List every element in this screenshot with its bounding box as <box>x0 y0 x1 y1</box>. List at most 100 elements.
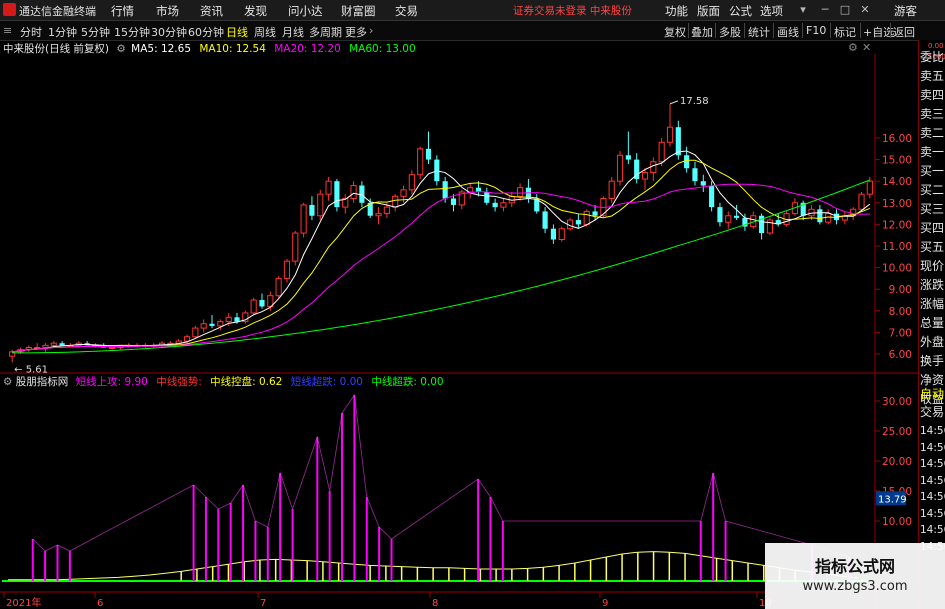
sidebar-item[interactable]: 卖二 <box>920 123 945 143</box>
sidebar-item[interactable]: 卖四 <box>920 85 945 105</box>
separator <box>715 23 716 38</box>
price-tick-label: 11.00 <box>882 241 912 253</box>
close-icon[interactable]: ✕ <box>858 3 872 16</box>
menu-gongshi[interactable]: 公式 <box>729 3 752 19</box>
menu-jiaoyi[interactable]: 交易 <box>395 3 418 19</box>
period-weekly[interactable]: 周线 <box>254 24 276 40</box>
candle-body <box>350 185 357 199</box>
settings-icon[interactable]: ⚙ <box>116 43 125 55</box>
kline-chart[interactable]: 16.00 15.00 14.00 13.00 12.00 11.00 10.00 9.00 8… <box>0 40 945 609</box>
indicator-name[interactable]: 股朋指标网 <box>16 376 69 388</box>
high-marker-line <box>669 100 679 105</box>
candle-body <box>692 168 698 182</box>
maximize-icon[interactable]: □ <box>838 3 852 16</box>
toolbar-grid-icon[interactable]: ≡ <box>3 24 12 37</box>
btn-biaoji[interactable]: 标记 <box>834 24 856 40</box>
menu-gongneng[interactable]: 功能 <box>665 3 688 19</box>
btn-huaxian[interactable]: 画线 <box>777 24 799 40</box>
trade-login-notice[interactable]: 证券交易未登录 中来股份 <box>513 3 632 18</box>
candle-body <box>625 155 631 160</box>
menu-xuanxiang[interactable]: 选项 <box>760 3 783 19</box>
skin-icon[interactable]: ▾ <box>796 3 810 16</box>
period-multi[interactable]: 多周期 <box>309 24 342 40</box>
sidebar-item[interactable]: 买四 <box>920 218 945 238</box>
stock-name[interactable]: 中来股份(日线 前复权) <box>3 43 109 55</box>
ma20-value: MA20: 12.20 <box>274 43 341 55</box>
separator <box>802 23 803 38</box>
candle-body <box>300 204 307 234</box>
candle-body <box>858 193 865 210</box>
menu-hangqing[interactable]: 行情 <box>111 3 134 19</box>
period-30min[interactable]: 30分钟 <box>151 24 187 40</box>
high-price-label: 17.58 <box>680 96 709 107</box>
indicator-settings-icon[interactable]: ⚙ <box>3 376 12 388</box>
watermark-url: www.zbgs3.com <box>802 579 908 594</box>
menu-shichang[interactable]: 市场 <box>156 3 179 19</box>
candle-body <box>275 277 282 297</box>
menu-wenxiaoda[interactable]: 问小达 <box>288 3 323 19</box>
sidebar-item[interactable]: 卖一 <box>920 142 945 162</box>
sidebar-item[interactable]: 卖五 <box>920 66 945 86</box>
candle-body <box>59 343 65 346</box>
panel-settings-icon[interactable]: ⚙ <box>848 41 858 54</box>
candle-body <box>217 321 224 327</box>
sidebar-item[interactable]: 买二 <box>920 180 945 200</box>
candle-body <box>183 336 191 342</box>
btn-fuquan[interactable]: 复权 <box>664 24 686 40</box>
separator <box>688 23 689 38</box>
menu-caifuquan[interactable]: 财富圈 <box>341 3 376 19</box>
btn-back[interactable]: 返回 <box>893 24 915 40</box>
price-tick-label: 10.00 <box>882 263 912 275</box>
sidebar-item[interactable]: 买一 <box>920 161 945 181</box>
candle-body <box>484 192 490 203</box>
btn-diejia[interactable]: 叠加 <box>691 24 713 40</box>
price-tick-label: 12.00 <box>882 219 912 231</box>
period-more[interactable]: 更多 <box>345 24 367 40</box>
indicator-tick-label: 30.00 <box>882 396 912 408</box>
menu-banmian[interactable]: 版面 <box>697 3 720 19</box>
sidebar-trade[interactable]: 交易 <box>920 402 945 422</box>
period-5min[interactable]: 5分钟 <box>81 24 110 40</box>
sidebar-item[interactable]: 外盘 <box>920 332 945 352</box>
candle-body <box>259 300 265 307</box>
period-monthly[interactable]: 月线 <box>282 24 304 40</box>
candle-body <box>425 148 432 160</box>
period-60min[interactable]: 60分钟 <box>188 24 224 40</box>
more-chevron-icon[interactable]: › <box>369 24 373 37</box>
period-daily[interactable]: 日线 <box>226 24 248 40</box>
indicator-tick-label: 20.00 <box>882 456 912 468</box>
sidebar-auto[interactable]: 自动 <box>920 384 945 404</box>
btn-f10[interactable]: F10 <box>806 24 826 37</box>
candle-body <box>292 232 299 262</box>
sidebar-item[interactable]: 买五 <box>920 237 945 257</box>
sidebar-item[interactable]: 现价 <box>920 256 945 276</box>
menu-zixun[interactable]: 资讯 <box>200 3 223 19</box>
sidebar-item[interactable]: 委比 <box>920 47 945 67</box>
ma10-line <box>12 159 871 353</box>
candle-body <box>225 316 232 323</box>
minimize-icon[interactable]: ─ <box>818 3 832 16</box>
period-1min[interactable]: 1分钟 <box>48 24 77 40</box>
time-tick-label: 8 <box>432 598 438 609</box>
time-tick-label: 6 <box>97 598 103 609</box>
btn-duogu[interactable]: 多股 <box>719 24 741 40</box>
panel-close-icon[interactable]: ✕ <box>862 41 871 54</box>
sidebar-item[interactable]: 卖三 <box>920 104 945 124</box>
menu-faxian[interactable]: 发现 <box>244 3 267 19</box>
separator <box>890 23 891 38</box>
sidebar-item[interactable]: 换手 <box>920 351 945 371</box>
candle-body <box>734 215 740 218</box>
period-fenshi[interactable]: 分时 <box>20 24 42 40</box>
sidebar-item[interactable]: 买三 <box>920 199 945 219</box>
period-toolbar: ≡ 分时 1分钟 5分钟 15分钟 30分钟 60分钟 日线 周线 月线 多周期… <box>0 21 945 41</box>
sidebar-item[interactable]: 总量 <box>920 313 945 333</box>
period-15min[interactable]: 15分钟 <box>114 24 150 40</box>
sidebar-item[interactable]: 涨跌 <box>920 275 945 295</box>
watermark-banner[interactable]: 指标公式网 www.zbgs3.com <box>765 543 945 609</box>
user-label[interactable]: 游客 <box>894 3 917 19</box>
app-title: 通达信金融终端 <box>19 5 96 18</box>
btn-tongji[interactable]: 统计 <box>748 24 770 40</box>
candle-body <box>866 180 873 195</box>
separator <box>744 23 745 38</box>
sidebar-item[interactable]: 涨幅 <box>920 294 945 314</box>
